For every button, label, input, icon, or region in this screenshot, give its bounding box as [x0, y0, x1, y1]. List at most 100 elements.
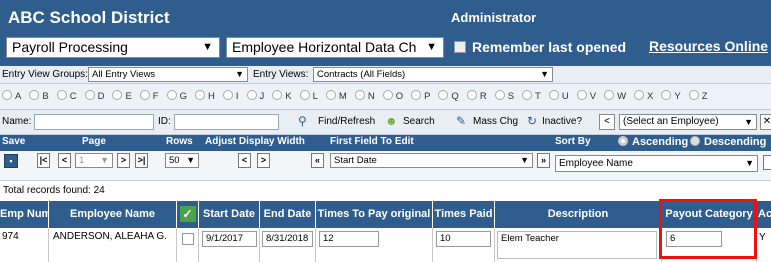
radio-icon	[84, 90, 95, 100]
cell-times-to-pay: 12	[316, 228, 433, 262]
entry-view-groups-select[interactable]: All Entry Views ▼	[88, 67, 248, 82]
remember-checkbox[interactable]	[454, 41, 466, 53]
radio-icon	[166, 90, 177, 100]
col-emp-num[interactable]: Emp Num	[0, 201, 49, 228]
find-refresh-button[interactable]: Find/Refresh	[318, 116, 375, 127]
col-times-to-pay[interactable]: Times To Pay original	[316, 201, 433, 228]
radio-icon	[325, 90, 336, 100]
alpha-radio-w[interactable]: W	[604, 90, 626, 102]
inactive-toggle[interactable]: Inactive?	[542, 116, 582, 127]
role-label: Administrator	[451, 10, 537, 25]
alpha-letter: T	[535, 91, 541, 102]
radio-icon	[690, 136, 700, 146]
radio-icon	[576, 90, 587, 100]
radio-icon	[438, 90, 449, 100]
start-date-input[interactable]: 9/1/2017	[202, 231, 257, 247]
row-checkbox[interactable]	[182, 233, 194, 245]
rows-select[interactable]: 50 ▼	[165, 153, 199, 168]
remember-last-opened[interactable]: Remember last opened	[454, 39, 626, 55]
alpha-radio-o[interactable]: O	[382, 90, 403, 102]
next-page-button[interactable]: >	[117, 153, 130, 168]
alpha-radio-m[interactable]: M	[325, 90, 347, 102]
widen-width-button[interactable]: >	[257, 153, 270, 168]
alpha-radio-q[interactable]: Q	[438, 90, 459, 102]
ascending-radio[interactable]: Ascending	[618, 136, 688, 148]
resources-online-link[interactable]: Resources Online	[649, 38, 768, 54]
app-header: ABC School District Administrator Payrol…	[0, 0, 771, 66]
description-textarea[interactable]: Elem Teacher	[497, 231, 657, 259]
alpha-radio-z[interactable]: Z	[688, 90, 708, 102]
last-page-button[interactable]: >|	[135, 153, 148, 168]
search-person-icon[interactable]: ☻	[385, 114, 398, 128]
prev-employee-button[interactable]: <	[599, 114, 615, 130]
first-page-button[interactable]: |<	[37, 153, 50, 168]
end-date-input[interactable]: 8/31/2018	[262, 231, 313, 247]
radio-icon	[56, 90, 67, 100]
pencil-icon[interactable]: ✎	[456, 114, 466, 128]
first-field-select[interactable]: Start Date ▼	[330, 153, 533, 168]
alpha-letter: E	[125, 91, 132, 102]
alpha-radio-a[interactable]: A	[2, 90, 21, 102]
col-start-date[interactable]: Start Date	[199, 201, 260, 228]
alpha-radio-p[interactable]: P	[411, 90, 430, 102]
alpha-radio-g[interactable]: G	[166, 90, 187, 102]
col-times-paid[interactable]: Times Paid	[433, 201, 495, 228]
alpha-radio-v[interactable]: V	[576, 90, 596, 102]
alpha-radio-s[interactable]: S	[494, 90, 514, 102]
alpha-radio-u[interactable]: U	[548, 90, 569, 102]
alpha-radio-k[interactable]: K	[272, 90, 292, 102]
alpha-radio-c[interactable]: C	[56, 90, 77, 102]
times-paid-input[interactable]: 10	[436, 231, 491, 247]
alpha-radio-f[interactable]: F	[139, 90, 159, 102]
radio-icon	[246, 90, 257, 100]
alpha-radio-i[interactable]: I	[222, 90, 239, 102]
id-input[interactable]	[174, 114, 279, 130]
alpha-radio-l[interactable]: L	[299, 90, 318, 102]
times-to-pay-input[interactable]: 12	[319, 231, 379, 247]
alpha-radio-h[interactable]: H	[194, 90, 215, 102]
module-select[interactable]: Payroll Processing ▼	[6, 37, 220, 58]
alphabet-filter: A B C D E F G H I J K L M N O P Q R S T U V W X Y Z	[0, 84, 771, 110]
search-button[interactable]: Search	[403, 116, 435, 127]
name-input[interactable]	[34, 114, 154, 130]
sort-by-select[interactable]: Employee Name ▼	[555, 155, 758, 172]
alpha-radio-x[interactable]: X	[634, 90, 653, 102]
employee-select[interactable]: (Select an Employee) ▼	[619, 114, 757, 130]
form-select[interactable]: Employee Horizontal Data Ch ▼	[226, 37, 444, 58]
check-icon[interactable]: ✓	[179, 206, 196, 222]
mass-change-button[interactable]: Mass Chg	[473, 116, 518, 127]
sort-extra-button[interactable]	[763, 155, 771, 170]
col-end-date[interactable]: End Date	[260, 201, 316, 228]
entry-views-select[interactable]: Contracts (All Fields) ▼	[313, 67, 553, 82]
organization-title: ABC School District	[8, 8, 170, 27]
col-description[interactable]: Description	[495, 201, 662, 228]
close-icon[interactable]: ✕	[760, 114, 771, 130]
alpha-radio-t[interactable]: T	[522, 90, 541, 102]
navigation-header: Save Page Rows Adjust Display Width Firs…	[0, 135, 771, 151]
cell-select	[177, 228, 199, 262]
alpha-radio-n[interactable]: N	[354, 90, 375, 102]
col-employee-name[interactable]: Employee Name	[49, 201, 177, 228]
col-ac[interactable]: Ac	[757, 201, 771, 228]
alpha-radio-d[interactable]: D	[84, 90, 104, 102]
alpha-letter: N	[367, 91, 375, 102]
alpha-letter: H	[207, 91, 215, 102]
first-field-forward-button[interactable]: »	[537, 153, 550, 168]
first-field-back-button[interactable]: «	[311, 153, 324, 168]
radio-icon	[272, 90, 283, 100]
prev-page-button[interactable]: <	[58, 153, 71, 168]
col-select-all[interactable]: ✓	[177, 201, 199, 228]
binoculars-icon[interactable]: ⚲	[298, 114, 307, 128]
alpha-radio-j[interactable]: J	[246, 90, 264, 102]
radio-icon	[382, 90, 393, 100]
refresh-icon[interactable]: ↻	[527, 114, 537, 128]
descending-radio[interactable]: Descending	[690, 136, 766, 148]
narrow-width-button[interactable]: <	[238, 153, 251, 168]
alpha-radio-b[interactable]: B	[29, 90, 49, 102]
alpha-radio-e[interactable]: E	[112, 90, 132, 102]
alpha-radio-r[interactable]: R	[466, 90, 487, 102]
page-select[interactable]: 1 ▼	[75, 153, 113, 168]
radio-icon	[2, 90, 12, 100]
save-icon[interactable]: ▪	[4, 154, 18, 168]
alpha-radio-y[interactable]: Y	[661, 90, 681, 102]
